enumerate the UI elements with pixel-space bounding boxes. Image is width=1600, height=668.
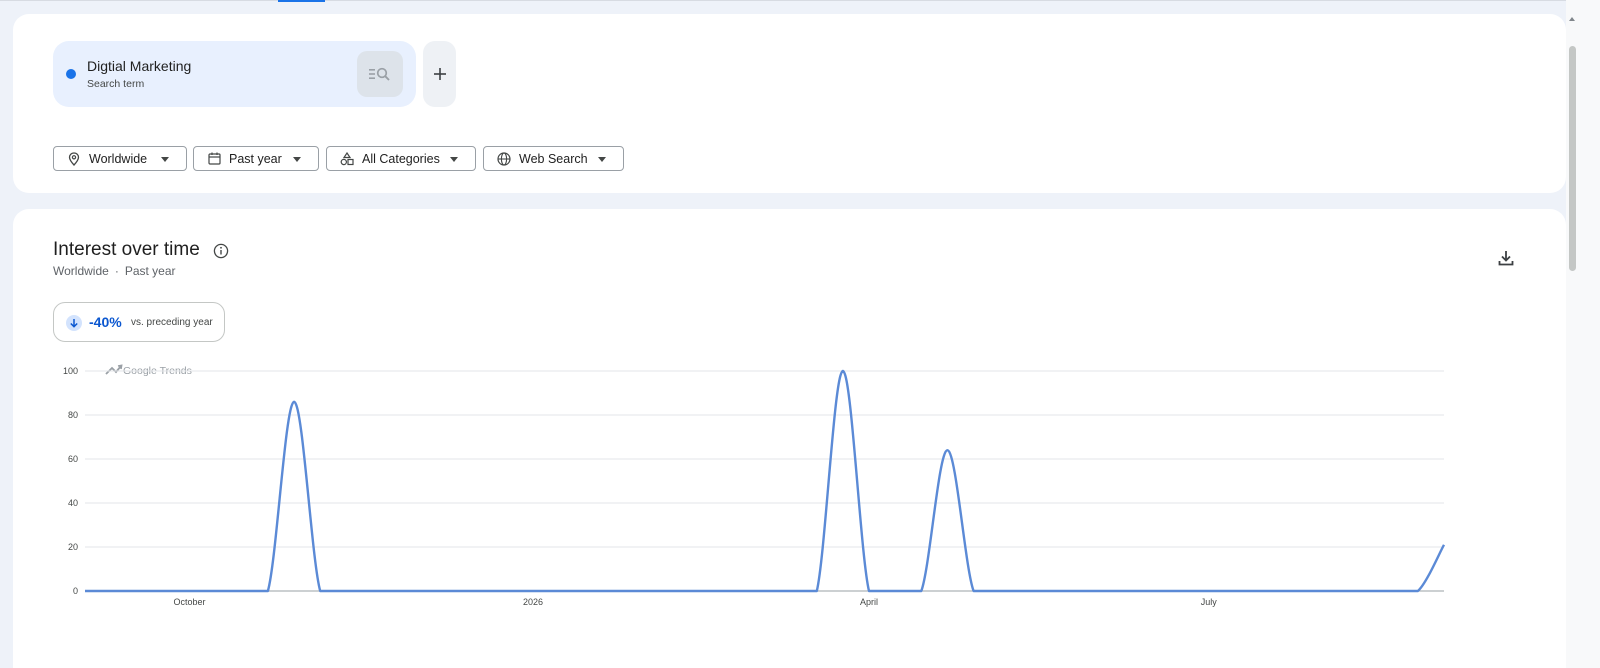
categories-icon bbox=[340, 151, 354, 166]
search-term-color-dot bbox=[66, 69, 76, 79]
plus-icon bbox=[433, 68, 446, 80]
interest-over-time-card: Interest over time Worldwide · Past year -… bbox=[13, 209, 1566, 668]
data-point[interactable] bbox=[524, 586, 534, 596]
data-point[interactable] bbox=[1361, 586, 1371, 596]
data-point[interactable] bbox=[263, 586, 273, 596]
x-tick-label: 2026 bbox=[523, 597, 543, 607]
data-point[interactable] bbox=[1335, 586, 1345, 596]
data-point[interactable] bbox=[1282, 586, 1292, 596]
data-point[interactable] bbox=[315, 586, 325, 596]
category-dropdown-label: All Categories bbox=[362, 151, 440, 166]
data-point[interactable] bbox=[603, 586, 613, 596]
category-dropdown[interactable]: All Categories bbox=[326, 146, 476, 171]
x-tick-label: April bbox=[860, 597, 878, 607]
data-point[interactable] bbox=[890, 586, 900, 596]
data-point[interactable] bbox=[420, 586, 430, 596]
data-point[interactable] bbox=[80, 586, 90, 596]
data-point[interactable] bbox=[185, 586, 195, 596]
time-range-dropdown[interactable]: Past year bbox=[193, 146, 319, 171]
data-point[interactable] bbox=[289, 397, 299, 407]
y-tick-label: 0 bbox=[73, 586, 78, 596]
location-pin-icon bbox=[67, 151, 81, 166]
data-point[interactable] bbox=[132, 586, 142, 596]
search-term-chip[interactable]: Digtial Marketing Search term bbox=[53, 41, 416, 107]
data-point[interactable] bbox=[1125, 586, 1135, 596]
series-line-digtial-marketing[interactable] bbox=[85, 369, 1446, 593]
active-tab-indicator bbox=[278, 0, 325, 2]
data-point[interactable] bbox=[1021, 586, 1031, 596]
search-terms-card: Digtial Marketing Search term Worldwide bbox=[13, 14, 1566, 193]
trend-arrow-icon bbox=[105, 365, 122, 375]
scroll-up-arrow-icon[interactable] bbox=[1569, 17, 1575, 21]
y-tick-label: 20 bbox=[68, 542, 78, 552]
search-term-type: Search term bbox=[87, 78, 145, 90]
data-point[interactable] bbox=[786, 586, 796, 596]
data-point[interactable] bbox=[838, 366, 848, 376]
y-tick-label: 80 bbox=[68, 410, 78, 420]
region-dropdown[interactable]: Worldwide bbox=[53, 146, 187, 171]
x-tick-label: July bbox=[1201, 597, 1218, 607]
search-type-dropdown[interactable]: Web Search bbox=[483, 146, 624, 171]
interest-line-chart[interactable]: Google Trends 020406080100October 2026 Apr… bbox=[13, 209, 1566, 668]
data-point[interactable] bbox=[211, 586, 221, 596]
add-comparison-button[interactable] bbox=[423, 41, 456, 107]
region-dropdown-label: Worldwide bbox=[89, 151, 148, 166]
data-point[interactable] bbox=[577, 586, 587, 596]
data-point[interactable] bbox=[942, 445, 952, 455]
data-point[interactable] bbox=[1413, 586, 1423, 596]
data-point[interactable] bbox=[498, 586, 508, 596]
data-point[interactable] bbox=[368, 586, 378, 596]
data-point[interactable] bbox=[1230, 586, 1240, 596]
data-point[interactable] bbox=[629, 586, 639, 596]
y-tick-label: 40 bbox=[68, 498, 78, 508]
y-tick-label: 60 bbox=[68, 454, 78, 464]
search-term-name: Digtial Marketing bbox=[87, 58, 192, 74]
data-point[interactable] bbox=[1387, 586, 1397, 596]
data-point[interactable] bbox=[681, 586, 691, 596]
data-point[interactable] bbox=[760, 586, 770, 596]
data-point[interactable] bbox=[158, 586, 168, 596]
chevron-down-icon bbox=[161, 157, 169, 162]
data-point[interactable] bbox=[969, 586, 979, 596]
data-point[interactable] bbox=[1178, 586, 1188, 596]
data-point[interactable] bbox=[812, 586, 822, 596]
data-point[interactable] bbox=[655, 586, 665, 596]
data-point[interactable] bbox=[916, 586, 926, 596]
data-point[interactable] bbox=[864, 586, 874, 596]
data-point[interactable] bbox=[1256, 586, 1266, 596]
scrollbar-thumb[interactable] bbox=[1569, 46, 1576, 271]
search-list-icon bbox=[369, 67, 390, 81]
data-point[interactable] bbox=[707, 586, 717, 596]
globe-icon bbox=[497, 151, 511, 166]
chevron-down-icon bbox=[293, 157, 301, 162]
search-term-options-button[interactable] bbox=[357, 51, 403, 97]
data-point[interactable] bbox=[995, 586, 1005, 596]
y-tick-label: 100 bbox=[63, 366, 78, 376]
data-point[interactable] bbox=[1099, 586, 1109, 596]
chevron-down-icon bbox=[450, 157, 458, 162]
data-point[interactable] bbox=[1073, 586, 1083, 596]
x-tick-label: October bbox=[174, 597, 206, 607]
data-point[interactable] bbox=[1308, 586, 1318, 596]
data-point[interactable] bbox=[341, 586, 351, 596]
data-point[interactable] bbox=[237, 586, 247, 596]
data-point[interactable] bbox=[1152, 586, 1162, 596]
data-point[interactable] bbox=[446, 586, 456, 596]
data-point[interactable] bbox=[1439, 540, 1449, 550]
data-point[interactable] bbox=[472, 586, 482, 596]
data-point[interactable] bbox=[394, 586, 404, 596]
top-divider bbox=[0, 0, 1600, 1]
data-point[interactable] bbox=[733, 586, 743, 596]
calendar-icon bbox=[207, 152, 221, 166]
data-point[interactable] bbox=[106, 586, 116, 596]
data-point[interactable] bbox=[1204, 586, 1214, 596]
data-point[interactable] bbox=[550, 586, 560, 596]
chevron-down-icon bbox=[598, 157, 606, 162]
data-point[interactable] bbox=[1047, 586, 1057, 596]
time-range-dropdown-label: Past year bbox=[229, 151, 282, 166]
search-type-dropdown-label: Web Search bbox=[519, 151, 588, 166]
